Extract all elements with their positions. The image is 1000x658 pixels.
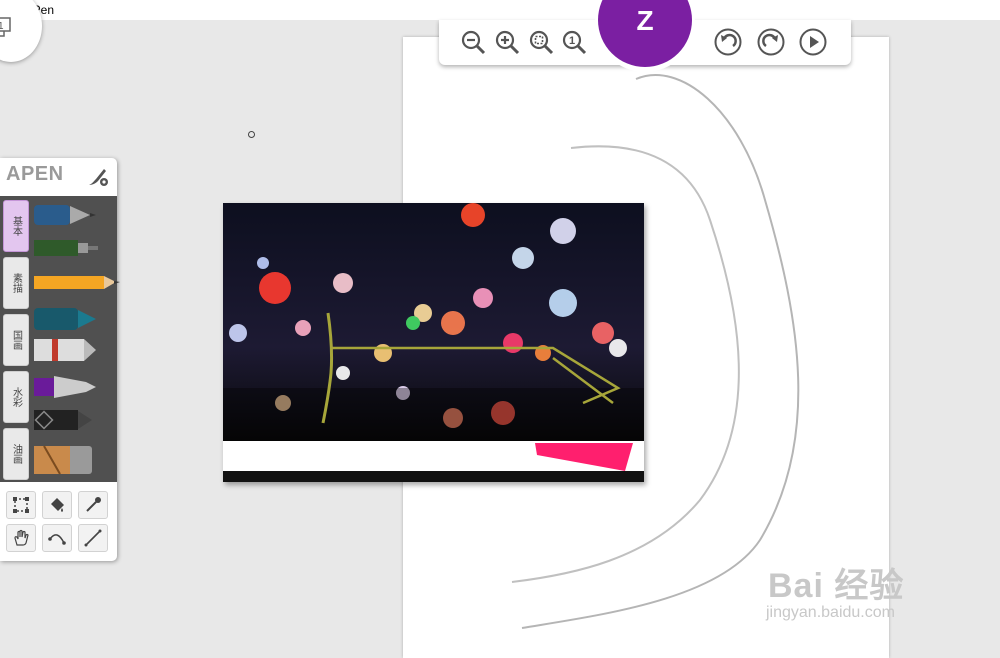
layers-icon: 1: [0, 17, 11, 37]
category-label: 油画: [10, 444, 22, 464]
calligraphy-brush[interactable]: [34, 376, 96, 398]
brush-cursor: [248, 131, 255, 138]
play-icon[interactable]: [799, 28, 827, 56]
brush-settings-icon[interactable]: [86, 164, 110, 188]
category-tab-basic[interactable]: 基本: [3, 200, 29, 252]
straight-line-icon: [84, 529, 102, 547]
zoom-in-icon[interactable]: [493, 28, 521, 56]
eyedropper-icon: [86, 497, 101, 512]
undo-icon[interactable]: [714, 28, 742, 56]
fountain-pen-brush[interactable]: [34, 205, 96, 225]
brush-panel: APEN 基本 素描 国画 水彩 油画: [0, 158, 120, 561]
imported-photo[interactable]: [223, 203, 644, 482]
brush-list: 基本 素描 国画 水彩 油画: [0, 196, 120, 482]
brand-logo: APEN: [6, 163, 64, 185]
category-tab-watercolor[interactable]: 水彩: [3, 371, 29, 423]
fill-tool-button[interactable]: [42, 491, 72, 519]
crayon-brush[interactable]: [34, 339, 96, 361]
category-label: 水彩: [10, 387, 22, 407]
bokeh-glasses-photo: [223, 203, 644, 482]
eraser-brush[interactable]: [34, 410, 92, 430]
category-label: 素描: [10, 273, 22, 293]
svg-text:1: 1: [569, 35, 575, 47]
title-bar: AirPen: [0, 0, 1000, 20]
watermark-main-text: Bai 经验: [768, 567, 905, 605]
bezier-curve-icon: [48, 534, 66, 545]
zoom-out-icon[interactable]: [459, 28, 487, 56]
category-tab-sketch[interactable]: 素描: [3, 257, 29, 309]
eyedropper-tool-button[interactable]: [78, 491, 108, 519]
hand-icon: [14, 529, 29, 546]
baidu-watermark: Bai 经验 jingyan.baidu.com: [766, 567, 905, 622]
technical-pen-brush[interactable]: [34, 240, 98, 256]
line-tool-button[interactable]: [78, 524, 108, 552]
curve-tool-button[interactable]: [42, 524, 72, 552]
layers-button[interactable]: 1: [0, 0, 42, 62]
z-menu-logo-button[interactable]: Z: [593, 0, 697, 72]
category-tab-oil-painting[interactable]: 油画: [3, 428, 29, 480]
palette-knife-brush[interactable]: [34, 445, 92, 475]
marker-brush[interactable]: [34, 308, 96, 330]
category-tab-chinese-painting[interactable]: 国画: [3, 314, 29, 366]
select-tool-button[interactable]: [6, 491, 36, 519]
category-label: 基本: [10, 216, 22, 236]
paint-bucket-icon: [51, 498, 64, 512]
watermark-url: jingyan.baidu.com: [766, 604, 895, 621]
hand-tool-button[interactable]: [6, 524, 36, 552]
transform-select-icon: [13, 497, 29, 513]
logo-letter: Z: [636, 5, 653, 36]
layer-count: 1: [0, 21, 4, 32]
zoom-actual-size-icon[interactable]: 1: [560, 28, 588, 56]
pencil-brush[interactable]: [34, 276, 120, 289]
redo-icon[interactable]: [757, 28, 785, 56]
category-label: 国画: [10, 330, 22, 350]
brush-tools: [34, 205, 120, 475]
zoom-fit-icon[interactable]: [527, 28, 555, 56]
